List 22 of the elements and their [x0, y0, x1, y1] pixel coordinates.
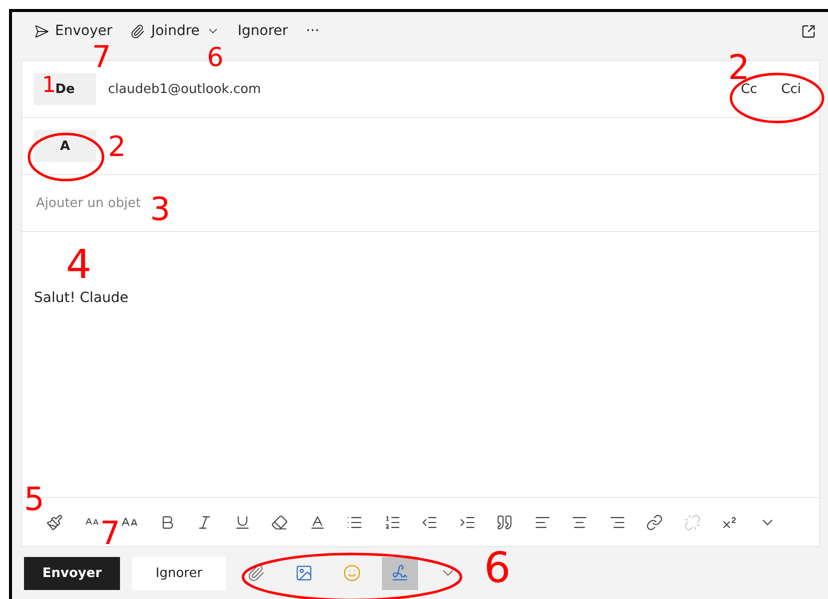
send-button[interactable]: Envoyer	[24, 556, 120, 590]
discard-button[interactable]: Ignorer	[232, 19, 294, 43]
send-button[interactable]: Envoyer	[28, 19, 118, 43]
annotation-number: 7	[100, 517, 120, 549]
annotation-number: 6	[484, 547, 511, 589]
annotation-number: 7	[92, 43, 112, 73]
annotation-number: 4	[66, 245, 92, 285]
annotation-number: 5	[24, 483, 44, 515]
attach-button[interactable]: Joindre	[124, 19, 226, 43]
pop-out-icon[interactable]	[801, 24, 816, 38]
message-body: Salut! Claude	[34, 290, 130, 306]
paperclip-icon	[130, 24, 146, 38]
annotation-number: 1	[42, 75, 56, 97]
annotation-number: 2	[108, 133, 126, 161]
signature-icon[interactable]	[382, 556, 418, 590]
send-icon	[34, 24, 49, 38]
discard-button[interactable]: Ignorer	[132, 556, 226, 590]
bcc-link[interactable]: Cci	[775, 80, 807, 98]
from-address: claudeb1@outlook.com	[108, 82, 261, 96]
more-button[interactable]: ···	[300, 19, 326, 43]
annotation-number: 6	[207, 45, 224, 71]
to-button[interactable]: A	[34, 130, 96, 162]
